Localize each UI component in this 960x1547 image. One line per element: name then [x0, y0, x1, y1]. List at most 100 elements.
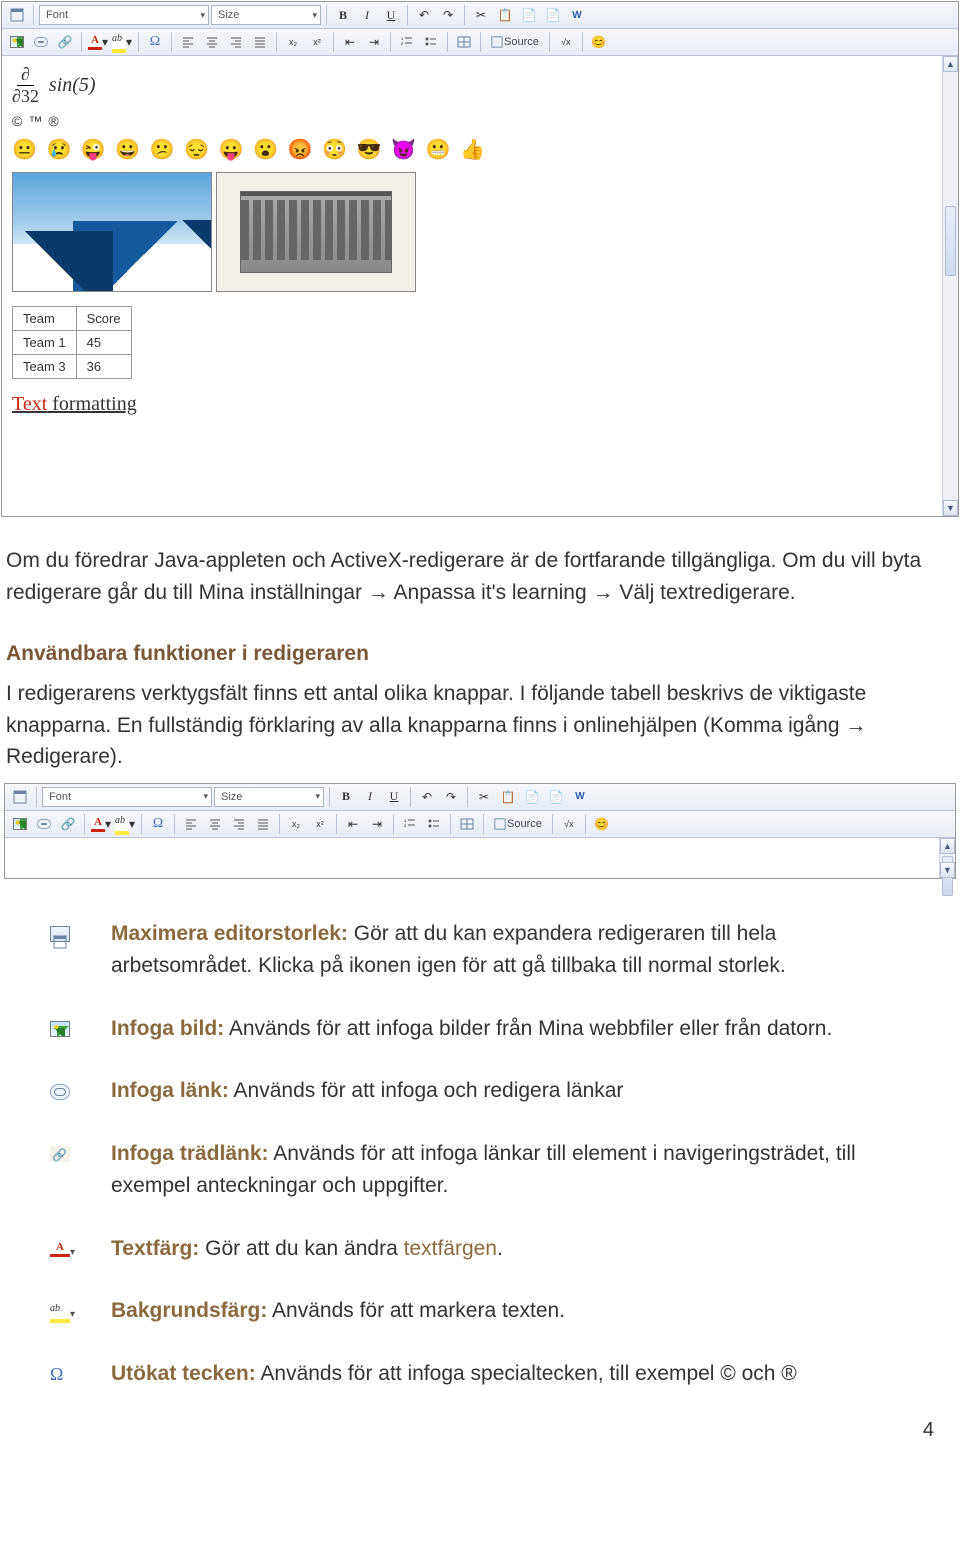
align-left-button[interactable]: [180, 813, 202, 835]
paste-button[interactable]: 📄: [518, 4, 540, 26]
text-color-icon: A: [50, 1241, 70, 1257]
align-center-button[interactable]: [204, 813, 226, 835]
maximize-icon[interactable]: [6, 4, 28, 26]
bullet-list-button[interactable]: [423, 813, 445, 835]
special-char-button[interactable]: Ω: [144, 31, 166, 53]
italic-button[interactable]: I: [359, 786, 381, 808]
maximize-icon[interactable]: [9, 786, 31, 808]
source-button[interactable]: Source: [489, 813, 547, 835]
subscript-button[interactable]: x₂: [285, 813, 307, 835]
cut-button[interactable]: ✂: [473, 786, 495, 808]
table-button[interactable]: [453, 31, 475, 53]
emoji-row: 😐 😢 😜 😀 😕 😔 😛 😮 😡 😳 😎 😈 😬 👍: [12, 137, 948, 162]
image-row: [12, 172, 948, 292]
bullet-list-button[interactable]: [420, 31, 442, 53]
copy-button[interactable]: 📋: [494, 4, 516, 26]
table-header: Team: [13, 307, 77, 331]
outdent-button[interactable]: ⇤: [339, 31, 361, 53]
align-right-button[interactable]: [228, 813, 250, 835]
insert-image-button[interactable]: [9, 813, 31, 835]
bold-button[interactable]: B: [335, 786, 357, 808]
toolbar-separator: [326, 5, 327, 25]
paste-text-button[interactable]: 📄: [542, 4, 564, 26]
toolbar-separator: [582, 32, 583, 52]
align-center-button[interactable]: [201, 31, 223, 53]
sample-table: Team Score Team 1 45 Team 3 36: [12, 306, 132, 379]
insert-image-button[interactable]: [6, 31, 28, 53]
toolbar-separator: [480, 32, 481, 52]
undo-button[interactable]: ↶: [416, 786, 438, 808]
align-right-button[interactable]: [225, 31, 247, 53]
superscript-button[interactable]: x²: [306, 31, 328, 53]
text-color-button[interactable]: A▾: [90, 813, 112, 835]
bg-color-button[interactable]: ab▾: [111, 31, 133, 53]
description-row: Infoga bild: Används för att infoga bild…: [0, 1012, 960, 1047]
table-row: Team Score: [13, 307, 132, 331]
indent-button[interactable]: ⇥: [366, 813, 388, 835]
scrollbar[interactable]: ▲ ▼: [942, 56, 958, 516]
text-formatting-sample: Text formatting: [12, 393, 948, 416]
source-label: Source: [504, 36, 539, 48]
scroll-up-button[interactable]: ▲: [940, 838, 955, 854]
insert-link-button[interactable]: [30, 31, 52, 53]
table-button[interactable]: [456, 813, 478, 835]
undo-button[interactable]: ↶: [413, 4, 435, 26]
outdent-button[interactable]: ⇤: [342, 813, 364, 835]
scroll-up-button[interactable]: ▲: [943, 56, 958, 72]
underline-button[interactable]: U: [380, 4, 402, 26]
scroll-thumb[interactable]: [945, 206, 956, 276]
font-select[interactable]: Font: [42, 787, 212, 807]
description-row: Ω Utökat tecken: Används för att infoga …: [0, 1357, 960, 1392]
copy-button[interactable]: 📋: [497, 786, 519, 808]
redo-button[interactable]: ↷: [437, 4, 459, 26]
bold-button[interactable]: B: [332, 4, 354, 26]
special-char-button[interactable]: Ω: [147, 813, 169, 835]
align-left-button[interactable]: [177, 31, 199, 53]
table-row: Team 1 45: [13, 331, 132, 355]
align-justify-button[interactable]: [252, 813, 274, 835]
superscript-button[interactable]: x²: [309, 813, 331, 835]
image-icon: [50, 1021, 70, 1037]
scroll-down-button[interactable]: ▼: [940, 862, 955, 878]
formula-button[interactable]: √x: [558, 813, 580, 835]
toolbar-row-2: 🔗 A▾ ab▾ Ω x₂ x² ⇤ ⇥ 12: [2, 29, 958, 56]
redo-button[interactable]: ↷: [440, 786, 462, 808]
link-icon: [50, 1084, 70, 1100]
size-select[interactable]: Size: [211, 5, 321, 25]
toolbar-row-1: Font Size B I U ↶ ↷ ✂ 📋 📄 📄 W: [2, 2, 958, 29]
indent-button[interactable]: ⇥: [363, 31, 385, 53]
bg-color-button[interactable]: ab▾: [114, 813, 136, 835]
rich-text-editor-1: Font Size B I U ↶ ↷ ✂ 📋 📄 📄 W 🔗 A▾ ab▾ Ω: [1, 1, 959, 517]
numbered-list-button[interactable]: 12: [396, 31, 418, 53]
paste-word-button[interactable]: W: [569, 786, 591, 808]
source-button[interactable]: Source: [486, 31, 544, 53]
insert-treelink-button[interactable]: 🔗: [54, 31, 76, 53]
paste-button[interactable]: 📄: [521, 786, 543, 808]
scroll-down-button[interactable]: ▼: [943, 500, 958, 516]
align-justify-button[interactable]: [249, 31, 271, 53]
underline-button[interactable]: U: [383, 786, 405, 808]
italic-button[interactable]: I: [356, 4, 378, 26]
editor-content-area-2[interactable]: ▲ ▼: [5, 838, 955, 878]
toolbar-row-1b: Font Size B I U ↶ ↷ ✂ 📋 📄 📄 W: [5, 784, 955, 811]
maximize-icon: [50, 926, 70, 942]
numbered-list-button[interactable]: 12: [399, 813, 421, 835]
font-select[interactable]: Font: [39, 5, 209, 25]
svg-text:2: 2: [401, 41, 404, 46]
size-select[interactable]: Size: [214, 787, 324, 807]
text-color-button[interactable]: A▾: [87, 31, 109, 53]
insert-treelink-button[interactable]: 🔗: [57, 813, 79, 835]
paste-text-button[interactable]: 📄: [545, 786, 567, 808]
insert-link-button[interactable]: [33, 813, 55, 835]
formula-button[interactable]: √x: [555, 31, 577, 53]
toolbar-separator: [333, 32, 334, 52]
cut-button[interactable]: ✂: [470, 4, 492, 26]
scrollbar[interactable]: ▲ ▼: [939, 838, 955, 878]
page-number: 4: [923, 1419, 934, 1442]
emoji-button[interactable]: 😊: [591, 813, 613, 835]
editor-content-area[interactable]: ∂ ∂32 sin(5) ©™® 😐 😢 😜 😀 😕 😔 😛 😮 😡 😳 😎 😈…: [2, 56, 958, 516]
subscript-button[interactable]: x₂: [282, 31, 304, 53]
emoji-button[interactable]: 😊: [588, 31, 610, 53]
toolbar-separator: [390, 32, 391, 52]
paste-word-button[interactable]: W: [566, 4, 588, 26]
